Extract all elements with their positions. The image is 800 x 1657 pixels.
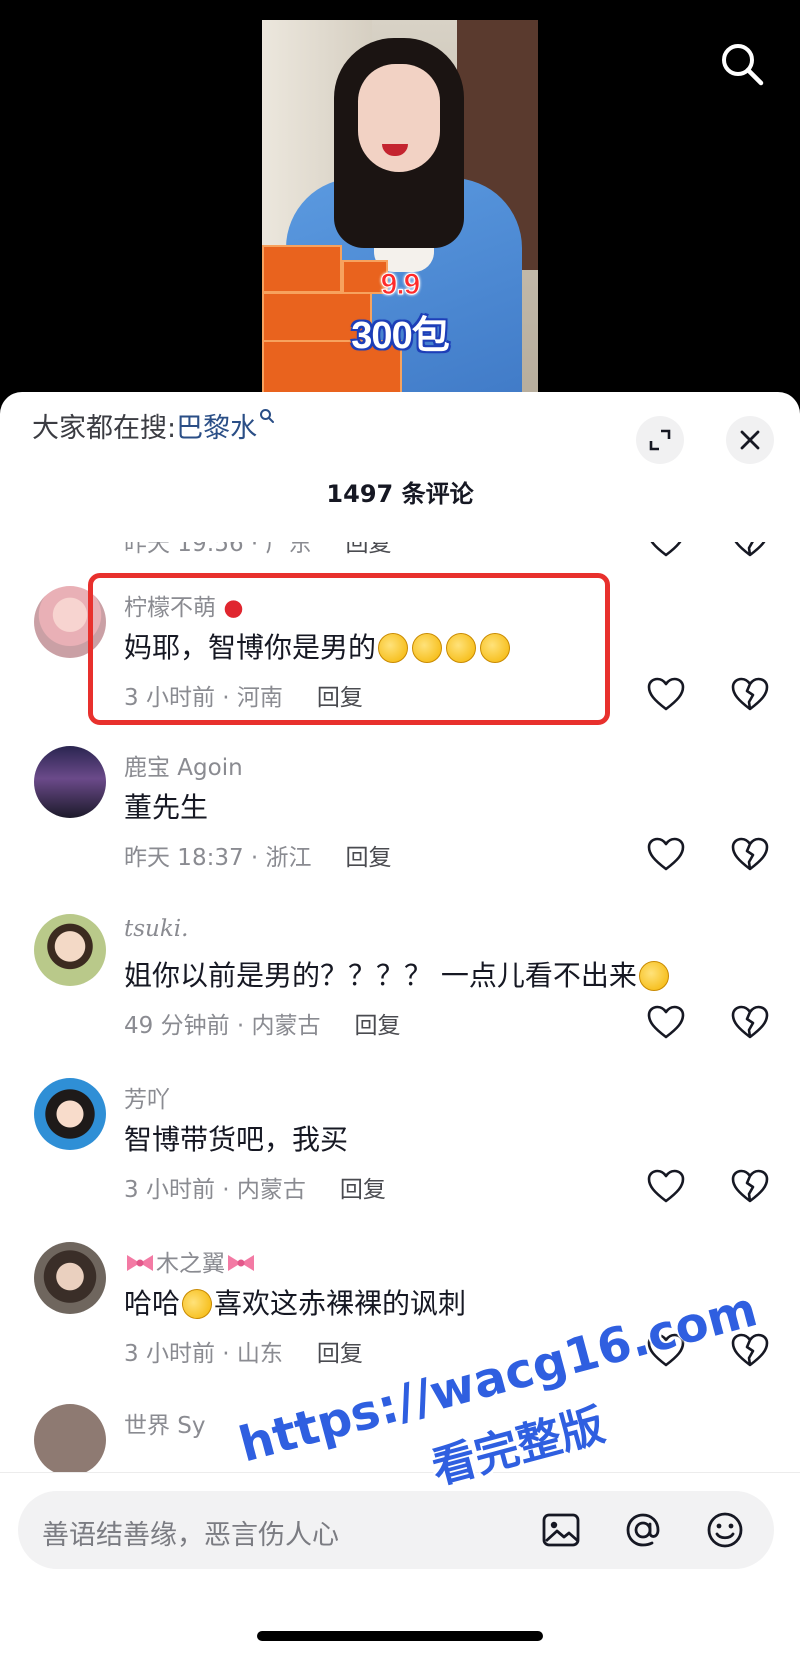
broken-heart-icon[interactable] [730, 1004, 770, 1040]
avatar[interactable] [34, 914, 106, 986]
bow-emoji [228, 1255, 254, 1271]
video-person-face [358, 64, 440, 172]
comment-username[interactable]: 芳吖 [124, 1080, 170, 1114]
comment-text: 董先生 [124, 791, 209, 824]
comment-username[interactable]: tsuki. [124, 916, 188, 942]
avatar[interactable] [34, 746, 106, 818]
reply-button[interactable]: 回复 [317, 1341, 363, 1367]
broken-heart-icon[interactable] [730, 836, 770, 872]
reply-button[interactable]: 回复 [346, 845, 392, 871]
comment-username[interactable]: 鹿宝 Agoin [124, 748, 243, 782]
comment-item-partial-top: 昨天 19:56 · 广东 回复 [0, 542, 800, 592]
comment-text: 姐你以前是男的？？？？ 一点儿看不出来 [124, 954, 671, 994]
video-overlay-price: 9.9 [380, 268, 421, 302]
comment-text: 智博带货吧，我买 [124, 1123, 349, 1156]
comment-input-bar: 善语结善缘，恶言伤人心 [0, 1472, 800, 1657]
hot-search-term: 巴黎水 [176, 413, 258, 444]
broken-heart-icon[interactable] [730, 542, 770, 558]
image-icon[interactable] [538, 1507, 584, 1553]
comment-text: 哈哈 喜欢这赤裸裸的讽刺 [124, 1282, 466, 1324]
rolling-laugh-emoji [177, 1284, 217, 1324]
comment-time: 3 小时前 · 内蒙古 [124, 1177, 306, 1203]
comment-item: 柠檬不萌 ● 妈耶，智博你是男的 3 小时前 · 河南 回复 [0, 586, 800, 746]
broken-heart-icon[interactable] [730, 1332, 770, 1368]
search-mini-icon [260, 409, 275, 423]
comment-list[interactable]: 昨天 19:56 · 广东 回复 柠檬不萌 ● 妈耶，智博你是男的 3 小时前 ·… [0, 542, 800, 1542]
comment-time: 昨天 18:37 · 浙江 [124, 845, 312, 871]
comment-meta: 3 小时前 · 河南 回复 [124, 678, 363, 712]
comment-item: 鹿宝 Agoin 董先生 昨天 18:37 · 浙江 回复 [0, 746, 800, 906]
comment-item: tsuki. 姐你以前是男的？？？？ 一点儿看不出来 49 分钟前 · 内蒙古 回… [0, 914, 800, 1074]
broken-heart-icon[interactable] [730, 676, 770, 712]
heart-icon[interactable] [646, 676, 686, 712]
clap-emoji [412, 633, 443, 663]
comment-meta: 昨天 18:37 · 浙江 回复 [124, 838, 392, 872]
video-frame[interactable]: 9.9 300包 [262, 20, 538, 400]
comment-input[interactable]: 善语结善缘，恶言伤人心 [18, 1491, 774, 1569]
hot-search-link[interactable]: 巴黎水 [176, 409, 275, 444]
clap-emoji [480, 633, 511, 663]
comment-item: 木之翼 哈哈 喜欢这赤裸裸的讽刺 3 小时前 · 山东 回复 [0, 1242, 800, 1402]
sheet-header: 大家都在搜:巴黎水 [0, 392, 800, 464]
broken-heart-icon[interactable] [730, 1168, 770, 1204]
comment-time: 49 分钟前 · 内蒙古 [124, 1013, 321, 1039]
at-icon[interactable] [620, 1507, 666, 1553]
comment-meta: 3 小时前 · 内蒙古 回复 [124, 1170, 386, 1204]
expand-button[interactable] [636, 416, 684, 464]
comment-username[interactable]: 柠檬不萌 ● [124, 588, 243, 622]
hot-search: 大家都在搜:巴黎水 [32, 406, 275, 445]
avatar[interactable] [34, 1078, 106, 1150]
clap-emoji [378, 633, 409, 663]
heart-icon[interactable] [646, 1332, 686, 1368]
avatar[interactable] [34, 586, 106, 658]
home-indicator[interactable] [257, 1631, 543, 1641]
comment-item: 芳吖 智博带货吧，我买 3 小时前 · 内蒙古 回复 [0, 1078, 800, 1238]
emoji-icon[interactable] [702, 1507, 748, 1553]
avatar[interactable] [34, 1242, 106, 1314]
heart-icon[interactable] [646, 836, 686, 872]
comment-time: 3 小时前 · 河南 [124, 685, 283, 711]
comment-username[interactable]: 世界 Sy [124, 1406, 206, 1440]
reply-button[interactable]: 回复 [355, 1013, 401, 1039]
hot-search-prefix: 大家都在搜: [32, 413, 177, 444]
comment-time: 昨天 19:56 · 广东 [124, 542, 312, 557]
video-player[interactable]: 9.9 300包 [0, 0, 800, 420]
heart-icon[interactable] [646, 542, 686, 558]
comment-meta: 昨天 19:56 · 广东 回复 [124, 542, 392, 558]
reply-button[interactable]: 回复 [317, 685, 363, 711]
clap-emoji [446, 633, 477, 663]
comment-text: 妈耶，智博你是男的 [124, 626, 512, 666]
search-icon[interactable] [718, 40, 766, 88]
close-icon [740, 430, 760, 450]
avatar[interactable] [34, 1404, 106, 1476]
close-button[interactable] [726, 416, 774, 464]
comment-sheet: 大家都在搜:巴黎水 1497 条评论 昨天 19:56 · 广东 回复 柠檬不萌… [0, 392, 800, 1657]
video-overlay-quantity: 300包 [351, 315, 449, 357]
heart-icon[interactable] [646, 1168, 686, 1204]
comment-count: 1497 条评论 [326, 480, 474, 508]
reply-button[interactable]: 回复 [346, 542, 392, 557]
comment-time: 3 小时前 · 山东 [124, 1341, 283, 1367]
reply-button[interactable]: 回复 [340, 1177, 386, 1203]
comment-input-placeholder: 善语结善缘，恶言伤人心 [42, 1520, 339, 1551]
comment-meta: 49 分钟前 · 内蒙古 回复 [124, 1006, 401, 1040]
bow-emoji [127, 1255, 153, 1271]
comment-meta: 3 小时前 · 山东 回复 [124, 1334, 363, 1368]
expand-icon [649, 429, 671, 451]
crying-emoji [638, 961, 669, 991]
comment-username[interactable]: 木之翼 [124, 1244, 257, 1278]
heart-icon[interactable] [646, 1004, 686, 1040]
strawberry-emoji: ● [223, 595, 244, 621]
